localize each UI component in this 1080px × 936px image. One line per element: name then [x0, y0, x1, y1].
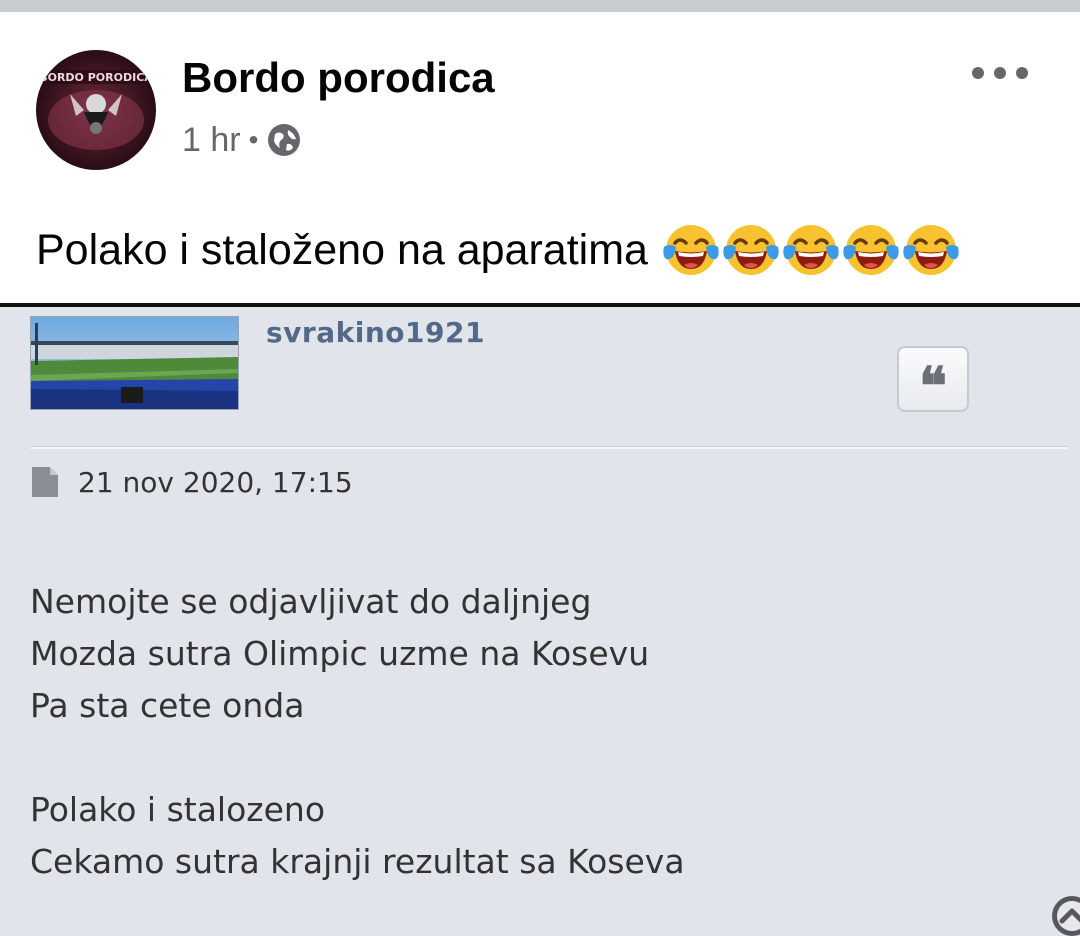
face-with-tears-of-joy-icon — [663, 225, 719, 275]
forum-post-body: Nemojte se odjavljivat do daljnjeg Mozda… — [30, 576, 685, 888]
globe-icon[interactable] — [266, 122, 302, 158]
post-meta: 1 hr • — [182, 120, 302, 160]
face-with-tears-of-joy-icon — [783, 225, 839, 275]
post-line: Pa sta cete onda — [30, 686, 305, 725]
face-with-tears-of-joy-icon — [903, 225, 959, 275]
quote-icon: ❝ — [919, 356, 947, 417]
svg-text:BORDO PORODICA: BORDO PORODICA — [39, 71, 153, 84]
date-text: 21 nov 2020, 17:15 — [78, 465, 353, 499]
post-line — [30, 732, 685, 784]
post-caption: Polako i staloženo na aparatima — [36, 218, 960, 282]
dot — [1016, 67, 1028, 79]
post-line: Nemojte se odjavljivat do daljnjeg — [30, 582, 592, 621]
avatar-logo-icon: BORDO PORODICA — [39, 70, 153, 150]
post-line: Mozda sutra Olimpic uzme na Kosevu — [30, 634, 650, 673]
scroll-up-icon[interactable] — [1046, 894, 1080, 936]
caption-emoji-row — [662, 221, 960, 279]
page-name[interactable]: Bordo porodica — [182, 54, 495, 102]
page-avatar[interactable]: BORDO PORODICA — [36, 50, 156, 170]
face-with-tears-of-joy-icon — [723, 225, 779, 275]
forum-post-date: 21 nov 2020, 17:15 — [30, 462, 353, 502]
post-time[interactable]: 1 hr — [182, 121, 241, 160]
document-icon[interactable] — [30, 465, 60, 499]
quote-button[interactable]: ❝ — [897, 346, 969, 417]
post-line: Polako i stalozeno — [30, 790, 326, 829]
user-avatar-stadium-image — [30, 316, 239, 410]
dot — [994, 67, 1006, 79]
top-divider-bar — [0, 0, 1080, 12]
caption-text: Polako i staloženo na aparatima — [36, 225, 648, 274]
forum-username[interactable]: svrakino1921 — [266, 316, 485, 349]
forum-separator — [30, 446, 1068, 449]
post-line: Cekamo sutra krajnji rezultat sa Koseva — [30, 842, 685, 881]
dot — [972, 67, 984, 79]
face-with-tears-of-joy-icon — [843, 225, 899, 275]
meta-separator: • — [248, 124, 259, 155]
more-options-icon[interactable] — [972, 58, 1028, 88]
